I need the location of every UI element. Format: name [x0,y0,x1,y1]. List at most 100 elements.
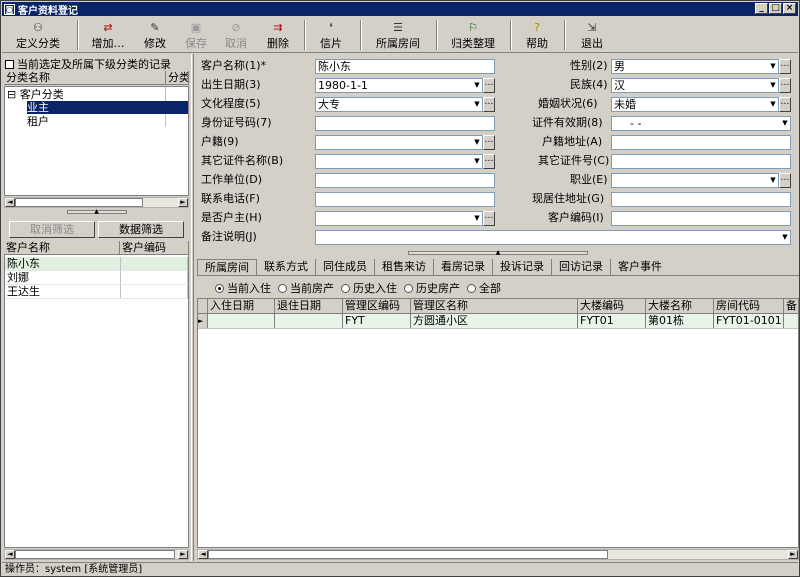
chevron-down-icon[interactable]: ▼ [768,79,778,92]
scroll-left-icon[interactable]: ◄ [198,550,208,559]
other-id-no-input[interactable] [611,154,791,169]
scroll-right-icon[interactable]: ► [788,550,798,559]
scroll-right-icon[interactable]: ► [178,198,188,207]
data-filter-button[interactable]: 数据筛选 [98,221,184,238]
tab-customer-events[interactable]: 客户事件 [611,259,669,275]
customer-hscrollbar[interactable]: ◄ ► [4,549,189,560]
chevron-down-icon[interactable]: ▼ [768,60,778,73]
radio-dot[interactable] [278,283,287,293]
tree-item-owner[interactable]: 业主 [27,101,188,114]
tree-root[interactable]: ⊟ 客户分类 [7,88,64,101]
tab-complaints[interactable]: 投诉记录 [493,259,552,275]
radio-dot[interactable] [467,283,476,293]
left-splitter[interactable]: ▲ [4,209,189,215]
include-subcategory-checkbox[interactable]: 当前选定及所属下级分类的记录 [5,56,171,72]
gender-select[interactable]: 男 ▼ [611,59,779,74]
owned-rooms-button[interactable]: ☰ 所属房间 [372,19,424,51]
card-button[interactable]: ❛ 信片 [316,19,346,51]
close-button[interactable]: × [783,3,796,14]
checkbox-box[interactable] [5,59,14,69]
ethnic-select[interactable]: 汉 ▼ [611,78,779,93]
cancel-button[interactable]: ⊘ 取消 [222,19,250,51]
tab-sales-visits[interactable]: 租售来访 [375,259,434,275]
household-select[interactable]: ▼ [315,135,483,150]
household-addr-input[interactable] [611,135,791,150]
form-splitter[interactable]: ▲ [197,250,799,256]
chevron-down-icon[interactable]: ▼ [472,136,482,149]
remark-select[interactable]: ▼ [315,230,791,245]
collapse-icon[interactable]: ⊟ [7,88,16,101]
chevron-down-icon[interactable]: ▼ [780,117,790,130]
is-head-ellipsis-button[interactable]: … [483,211,495,226]
table-row[interactable]: ► FYT 方圆通小区 FYT01 第01栋 FYT01-0101 [198,314,798,329]
chevron-down-icon[interactable]: ▼ [780,231,790,244]
column-checkin-date[interactable]: 入住日期 [208,299,275,313]
scroll-thumb[interactable] [208,550,608,559]
customer-code-input[interactable] [611,211,791,226]
radio-dot[interactable] [404,283,413,293]
scroll-thumb[interactable] [15,198,143,207]
column-building-code[interactable]: 大楼编码 [578,299,646,313]
radio-history-resident[interactable]: 历史入住 [341,280,397,296]
save-button[interactable]: ▣ 保存 [182,19,210,51]
id-valid-date-picker[interactable]: - - ▼ [611,116,791,131]
scroll-left-icon[interactable]: ◄ [5,198,15,207]
scroll-left-icon[interactable]: ◄ [5,550,15,559]
chevron-down-icon[interactable]: ▼ [768,98,778,111]
list-item[interactable]: 王达生 [5,285,188,299]
work-unit-input[interactable] [315,173,495,188]
list-item[interactable]: 陈小东 [5,257,188,271]
column-remark[interactable]: 备 [784,299,798,313]
tab-owned-rooms[interactable]: 所属房间 [197,259,257,275]
tab-viewing-records[interactable]: 看房记录 [434,259,493,275]
radio-history-property[interactable]: 历史房产 [404,280,460,296]
list-item[interactable]: 刘娜 [5,271,188,285]
chevron-down-icon[interactable]: ▼ [472,98,482,111]
add-button[interactable]: ⇄ 增加… [88,19,128,51]
other-id-name-select[interactable]: ▼ [315,154,483,169]
cancel-filter-button[interactable]: 取消筛选 [9,221,95,238]
tree-hscrollbar[interactable]: ◄ ► [4,197,189,208]
phone-input[interactable] [315,192,495,207]
tab-cohabitants[interactable]: 同住成员 [316,259,375,275]
edit-button[interactable]: ✎ 修改 [140,19,170,51]
column-building-name[interactable]: 大楼名称 [646,299,714,313]
tab-return-visits[interactable]: 回访记录 [552,259,611,275]
customer-name-input[interactable]: 陈小东 [315,59,495,74]
scroll-thumb[interactable] [15,550,175,559]
column-area-code[interactable]: 管理区编码 [343,299,411,313]
is-head-select[interactable]: ▼ [315,211,483,226]
gender-ellipsis-button[interactable]: … [779,59,791,74]
column-category-name[interactable]: 分类名称 [4,71,166,84]
marital-ellipsis-button[interactable]: … [779,97,791,112]
marital-select[interactable]: 未婚 ▼ [611,97,779,112]
help-button[interactable]: ? 帮助 [522,19,552,51]
minimize-button[interactable]: _ [755,3,768,14]
chevron-down-icon[interactable]: ▼ [768,174,778,187]
household-ellipsis-button[interactable]: … [483,135,495,150]
splitter-grip-icon[interactable]: ▲ [66,209,127,215]
chevron-down-icon[interactable]: ▼ [472,155,482,168]
column-area-name[interactable]: 管理区名称 [411,299,578,313]
column-room-code[interactable]: 房间代码 [714,299,784,313]
ethnic-ellipsis-button[interactable]: … [779,78,791,93]
birth-select[interactable]: 1980-1-1 ▼ [315,78,483,93]
reorganize-button[interactable]: ⚐ 归类整理 [447,19,499,51]
scroll-right-icon[interactable]: ► [178,550,188,559]
splitter-grip-icon[interactable]: ▲ [408,250,588,256]
birth-ellipsis-button[interactable]: … [483,78,495,93]
radio-current-property[interactable]: 当前房产 [278,280,334,296]
education-ellipsis-button[interactable]: … [483,97,495,112]
radio-dot[interactable] [341,283,350,293]
education-select[interactable]: 大专 ▼ [315,97,483,112]
column-category[interactable]: 分类 [166,71,189,84]
room-hscrollbar[interactable]: ◄ ► [197,549,799,560]
maximize-button[interactable]: □ [769,3,782,14]
column-customer-name[interactable]: 客户名称 [4,241,120,254]
radio-current-resident[interactable]: 当前入住 [215,280,271,296]
tab-contact[interactable]: 联系方式 [257,259,316,275]
column-checkout-date[interactable]: 退住日期 [275,299,343,313]
column-customer-code[interactable]: 客户编码 [120,241,189,254]
define-category-button[interactable]: ⚇ 定义分类 [14,19,62,51]
radio-all[interactable]: 全部 [467,280,501,296]
